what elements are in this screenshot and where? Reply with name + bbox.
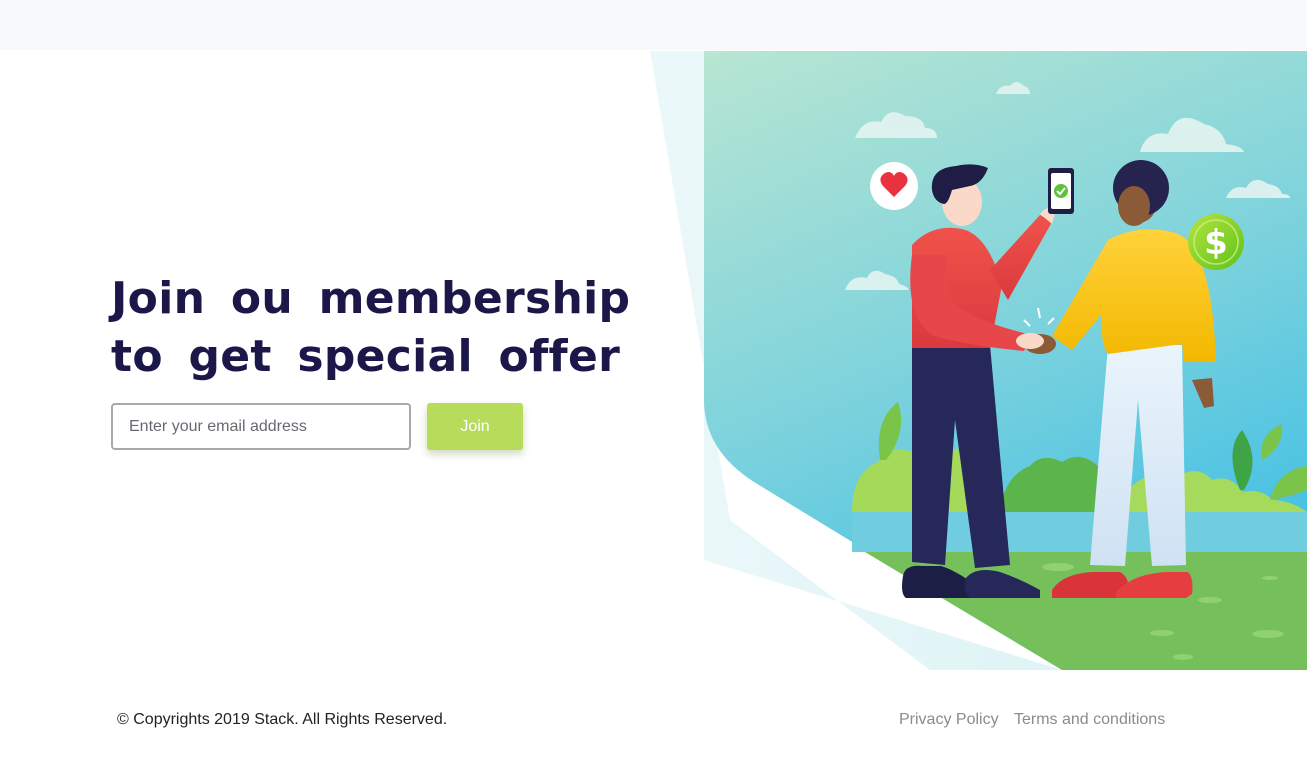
hero-title: Join ou membership to get special offer <box>111 270 631 386</box>
dollar-coin-icon: $ <box>1188 214 1244 270</box>
top-nav-bar <box>0 0 1307 50</box>
hero-title-line-2: to get special offer <box>111 331 621 382</box>
phone-check-icon <box>1048 168 1074 214</box>
terms-link[interactable]: Terms and conditions <box>1014 711 1165 729</box>
join-button[interactable]: Join <box>427 403 523 450</box>
copyright-text: © Copyrights 2019 Stack. All Rights Rese… <box>117 711 448 728</box>
svg-text:$: $ <box>1204 223 1228 263</box>
heart-icon <box>870 162 918 210</box>
privacy-policy-link[interactable]: Privacy Policy <box>899 711 999 729</box>
email-input[interactable] <box>111 403 411 450</box>
hero-title-line-1: Join ou membership <box>111 273 631 324</box>
